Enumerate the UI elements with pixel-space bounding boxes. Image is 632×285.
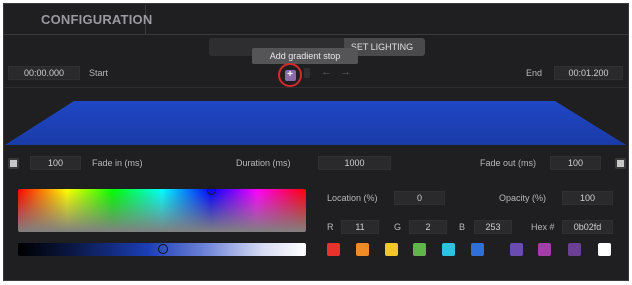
- fade-in-field[interactable]: 100: [30, 156, 81, 170]
- color-swatch[interactable]: [356, 243, 369, 256]
- color-swatch[interactable]: [442, 243, 455, 256]
- color-swatch[interactable]: [471, 243, 484, 256]
- arrow-right-icon[interactable]: →: [340, 66, 351, 78]
- add-gradient-stop-tooltip: Add gradient stop: [252, 48, 358, 64]
- g-field[interactable]: 2: [409, 220, 447, 234]
- color-swatch[interactable]: [568, 243, 581, 256]
- configuration-panel: CONFIGURATION SET LIGHTING Add gradient …: [3, 3, 629, 281]
- opacity-label: Opacity (%): [499, 193, 547, 203]
- header-divider: [4, 34, 628, 35]
- color-swatches: [327, 243, 617, 257]
- add-gradient-stop-button[interactable]: +: [278, 63, 302, 87]
- g-label: G: [394, 222, 402, 232]
- end-time-field[interactable]: 00:01.200: [554, 66, 623, 80]
- fade-out-handle-icon[interactable]: [615, 158, 626, 169]
- brightness-slider-handle[interactable]: [158, 244, 168, 254]
- b-field[interactable]: 253: [474, 220, 512, 234]
- configuration-title: CONFIGURATION: [41, 12, 153, 27]
- color-swatch[interactable]: [327, 243, 340, 256]
- r-label: R: [327, 222, 334, 232]
- timeline-divider: [4, 87, 628, 88]
- color-picker-handle[interactable]: [207, 186, 216, 195]
- gradient-band: [5, 101, 626, 145]
- color-picker-area[interactable]: [18, 189, 306, 232]
- gradient-preview[interactable]: [4, 100, 628, 148]
- configuration-tab[interactable]: CONFIGURATION: [5, 5, 152, 34]
- duration-label: Duration (ms): [236, 158, 291, 168]
- color-swatch[interactable]: [413, 243, 426, 256]
- start-time-field[interactable]: 00:00.000: [8, 66, 80, 80]
- b-label: B: [459, 222, 466, 232]
- color-swatch[interactable]: [510, 243, 523, 256]
- screenshot-frame: CONFIGURATION SET LIGHTING Add gradient …: [0, 0, 632, 285]
- fade-in-label: Fade in (ms): [92, 158, 143, 168]
- location-label: Location (%): [327, 193, 378, 203]
- opacity-field[interactable]: 100: [562, 191, 613, 205]
- location-field[interactable]: 0: [394, 191, 445, 205]
- plus-square-icon: +: [284, 69, 296, 81]
- color-swatch[interactable]: [598, 243, 611, 256]
- hex-label: Hex #: [531, 222, 555, 232]
- end-label: End: [526, 68, 543, 78]
- color-swatch[interactable]: [385, 243, 398, 256]
- arrow-left-icon[interactable]: ←: [321, 66, 332, 78]
- hex-field[interactable]: 0b02fd: [562, 220, 613, 234]
- fade-in-handle-icon[interactable]: [8, 158, 19, 169]
- start-label: Start: [89, 68, 109, 78]
- duration-field[interactable]: 1000: [318, 156, 391, 170]
- r-field[interactable]: 11: [341, 220, 379, 234]
- stop-marker: [304, 68, 310, 78]
- fade-out-label: Fade out (ms): [480, 158, 537, 168]
- color-swatch[interactable]: [538, 243, 551, 256]
- fade-out-field[interactable]: 100: [550, 156, 601, 170]
